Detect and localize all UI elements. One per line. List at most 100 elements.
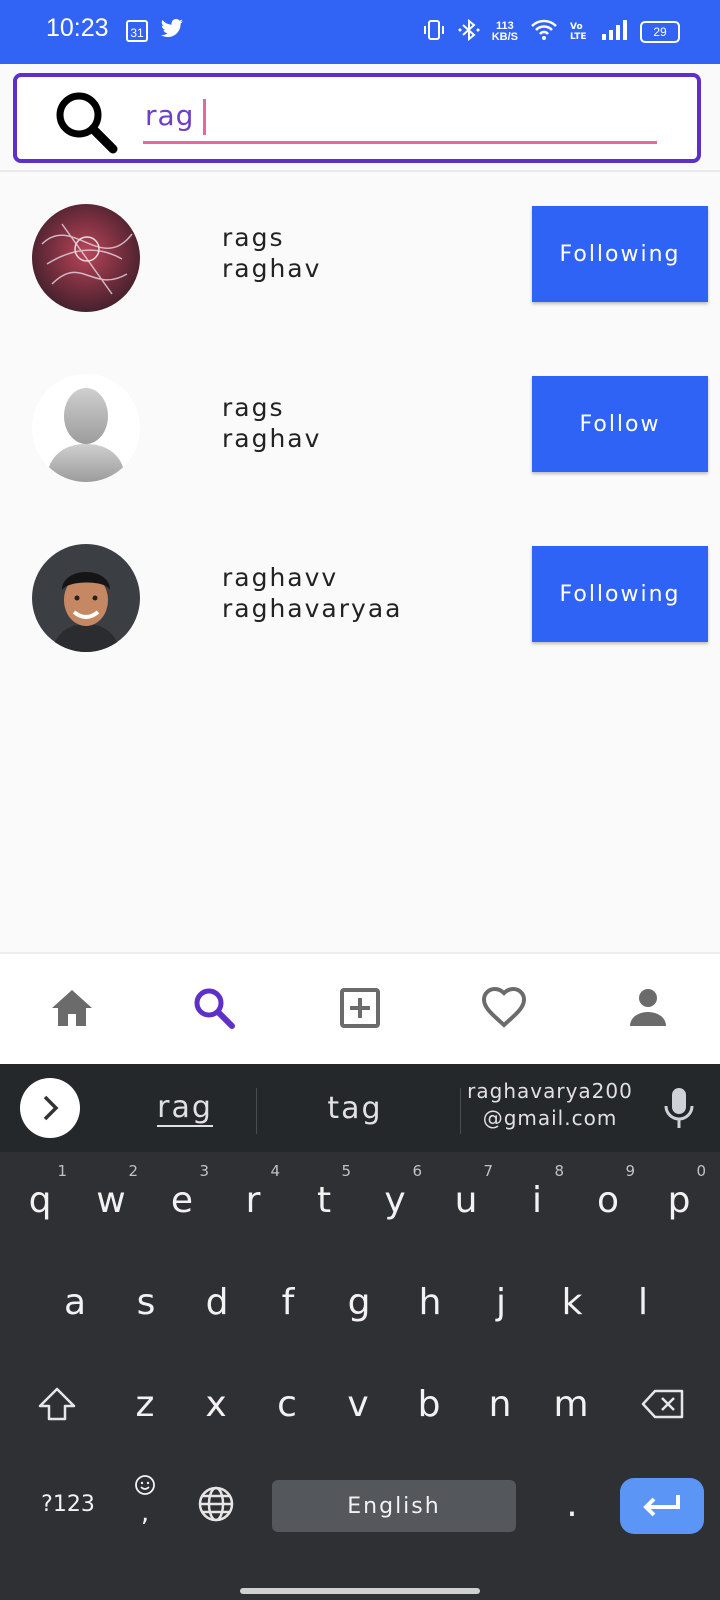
key-hint: 0 — [696, 1162, 706, 1180]
key-label: p — [667, 1179, 691, 1221]
enter-key[interactable] — [620, 1478, 704, 1534]
key-hint: 7 — [483, 1162, 493, 1180]
key-v[interactable]: v — [323, 1364, 393, 1444]
following-button[interactable]: Following — [532, 206, 708, 302]
key-r[interactable]: r4 — [218, 1160, 288, 1240]
key-t[interactable]: t5 — [289, 1160, 359, 1240]
battery-icon: 29 — [640, 21, 680, 43]
key-x[interactable]: x — [181, 1364, 251, 1444]
heart-icon[interactable] — [480, 984, 528, 1032]
key-hint: 9 — [625, 1162, 635, 1180]
emoji-comma-key[interactable]: , — [110, 1464, 180, 1544]
status-bar: 10:23 31 113 KB/S Vo LTE 29 — [0, 0, 720, 64]
wifi-icon — [530, 19, 558, 45]
key-label: v — [347, 1383, 369, 1425]
display-name: raghav — [222, 254, 322, 283]
key-s[interactable]: s — [111, 1262, 181, 1342]
key-label: d — [205, 1281, 229, 1323]
search-box[interactable]: rag — [13, 73, 701, 163]
key-hint: 4 — [270, 1162, 280, 1180]
key-k[interactable]: k — [537, 1262, 607, 1342]
key-q[interactable]: q1 — [5, 1160, 75, 1240]
key-u[interactable]: u7 — [431, 1160, 501, 1240]
status-right: 113 KB/S Vo LTE 29 — [422, 14, 680, 50]
display-name: raghavaryaa — [222, 594, 403, 623]
display-name: raghav — [222, 424, 322, 453]
key-c[interactable]: c — [252, 1364, 322, 1444]
key-label: w — [96, 1179, 126, 1221]
key-label: i — [531, 1179, 542, 1221]
key-hint: 2 — [128, 1162, 138, 1180]
key-label: b — [417, 1383, 441, 1425]
profile-icon[interactable] — [624, 984, 672, 1032]
list-item[interactable]: rags raghav Follow — [0, 372, 720, 492]
key-o[interactable]: o9 — [573, 1160, 643, 1240]
key-label: h — [418, 1281, 442, 1323]
key-j[interactable]: j — [466, 1262, 536, 1342]
net-speed-unit: KB/S — [491, 31, 518, 43]
suggestion-bar: rag tag raghavarya200 @gmail.com — [0, 1064, 720, 1152]
key-m[interactable]: m — [536, 1364, 606, 1444]
vibrate-icon — [422, 18, 446, 46]
key-g[interactable]: g — [324, 1262, 394, 1342]
add-post-icon[interactable] — [336, 984, 384, 1032]
avatar — [32, 374, 140, 482]
comma-label: , — [140, 1498, 150, 1528]
suggestion-item[interactable]: tag — [280, 1064, 430, 1152]
key-hint: 1 — [57, 1162, 67, 1180]
key-label: n — [488, 1383, 512, 1425]
key-label: o — [596, 1179, 620, 1221]
key-y[interactable]: y6 — [360, 1160, 430, 1240]
microphone-icon[interactable] — [662, 1086, 696, 1134]
shift-icon[interactable] — [22, 1364, 92, 1444]
user-info: rags raghav — [222, 222, 321, 284]
divider — [256, 1088, 257, 1134]
email-suggestion[interactable]: raghavarya200 @gmail.com — [460, 1078, 640, 1132]
key-hint: 6 — [412, 1162, 422, 1180]
key-label: c — [277, 1383, 297, 1425]
key-label: t — [316, 1179, 332, 1221]
list-item[interactable]: rags raghav Following — [0, 202, 720, 322]
key-i[interactable]: i8 — [502, 1160, 572, 1240]
follow-button[interactable]: Follow — [532, 376, 708, 472]
expand-arrow-icon[interactable] — [20, 1078, 80, 1138]
key-label: z — [135, 1383, 155, 1425]
list-item[interactable]: raghavv raghavaryaa Following — [0, 542, 720, 662]
email-line: @gmail.com — [482, 1106, 618, 1130]
globe-icon[interactable] — [181, 1464, 251, 1544]
divider — [0, 170, 720, 172]
key-label: j — [495, 1281, 506, 1323]
key-e[interactable]: e3 — [147, 1160, 217, 1240]
suggestion-item[interactable]: rag — [110, 1064, 260, 1152]
key-hint: 5 — [341, 1162, 351, 1180]
following-button[interactable]: Following — [532, 546, 708, 642]
key-label: f — [281, 1281, 295, 1323]
calendar-icon: 31 — [126, 20, 148, 42]
space-key[interactable]: English — [272, 1480, 516, 1532]
home-icon[interactable] — [48, 984, 96, 1032]
symbols-key[interactable]: ?123 — [20, 1464, 116, 1544]
key-d[interactable]: d — [182, 1262, 252, 1342]
period-key[interactable]: . — [537, 1464, 607, 1544]
key-label: m — [553, 1383, 589, 1425]
user-info: raghavv raghavaryaa — [222, 562, 402, 624]
key-z[interactable]: z — [110, 1364, 180, 1444]
bluetooth-icon — [458, 18, 480, 46]
search-input[interactable] — [143, 95, 657, 144]
key-a[interactable]: a — [40, 1262, 110, 1342]
key-p[interactable]: p0 — [644, 1160, 714, 1240]
username: rags — [222, 393, 285, 422]
key-label: x — [205, 1383, 227, 1425]
key-l[interactable]: l — [608, 1262, 678, 1342]
key-h[interactable]: h — [395, 1262, 465, 1342]
key-n[interactable]: n — [465, 1364, 535, 1444]
key-w[interactable]: w2 — [76, 1160, 146, 1240]
backspace-icon[interactable] — [628, 1364, 698, 1444]
user-info: rags raghav — [222, 392, 321, 454]
text-caret — [203, 99, 206, 135]
key-label: e — [170, 1179, 194, 1221]
search-nav-icon[interactable] — [190, 984, 238, 1032]
key-f[interactable]: f — [253, 1262, 323, 1342]
volte-icon: Vo LTE — [570, 22, 587, 42]
key-b[interactable]: b — [394, 1364, 464, 1444]
